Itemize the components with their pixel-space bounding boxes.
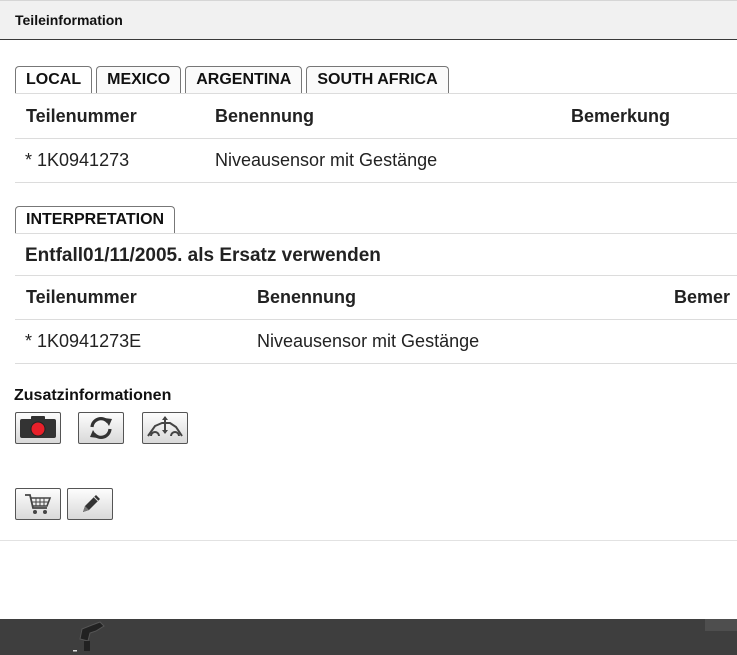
part-name-cell: Niveausensor mit Gestänge [257, 331, 480, 351]
photo-button[interactable] [15, 412, 61, 444]
additional-info-heading: Zusatzinformationen [14, 387, 172, 404]
interpretation-tabs: INTERPRETATION [15, 206, 176, 233]
refresh-icon [90, 417, 112, 439]
tab-local[interactable]: LOCAL [15, 66, 93, 93]
footer-patch [705, 619, 737, 631]
section-divider [0, 540, 737, 541]
edit-button[interactable] [67, 488, 113, 520]
header-remark: Bemerkung [571, 106, 671, 126]
row-divider [15, 275, 737, 276]
tab-argentina[interactable]: ARGENTINA [185, 66, 303, 93]
part-name-cell: Niveausensor mit Gestänge [215, 150, 438, 170]
header-name: Benennung [257, 287, 356, 307]
tab-divider [15, 93, 737, 94]
header-remark: Bemer [674, 287, 731, 307]
window-title: Teileinformation [15, 12, 123, 28]
pencil-icon [83, 495, 100, 512]
refresh-button[interactable] [78, 412, 124, 444]
header-part-number: Teilenummer [26, 106, 137, 126]
row-divider [15, 138, 737, 139]
header-part-number: Teilenummer [26, 287, 137, 307]
cart-icon [25, 494, 52, 514]
supersession-note: Entfall01/11/2005. als Ersatz verwenden [25, 245, 381, 266]
footer-bar [0, 619, 737, 655]
vehicle-height-icon [147, 416, 183, 437]
country-tabs: LOCAL MEXICO ARGENTINA SOUTH AFRICA [15, 66, 449, 93]
part-number-cell[interactable]: * 1K0941273 [25, 150, 129, 171]
title-bar: Teileinformation [0, 0, 737, 40]
tab-mexico[interactable]: MEXICO [96, 66, 182, 93]
camera-icon [20, 416, 56, 438]
row-divider [15, 319, 737, 320]
tab-interpretation[interactable]: INTERPRETATION [15, 206, 176, 233]
row-divider [15, 363, 737, 364]
vehicle-button[interactable] [142, 412, 188, 444]
part-number-cell[interactable]: * 1K0941273E [25, 331, 141, 352]
row-divider [15, 182, 737, 183]
part-illustration [73, 621, 105, 652]
tab-south-africa[interactable]: SOUTH AFRICA [306, 66, 449, 93]
header-name: Benennung [215, 106, 314, 126]
cart-button[interactable] [15, 488, 61, 520]
tab-divider [15, 233, 737, 234]
